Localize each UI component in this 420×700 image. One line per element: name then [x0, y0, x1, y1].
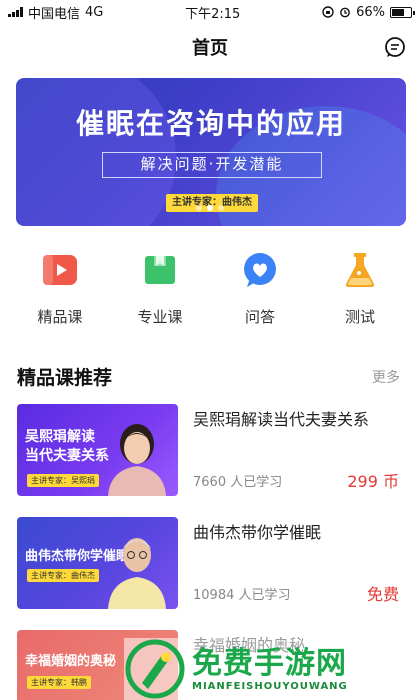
lecturer-portrait	[108, 424, 166, 496]
carousel-dot-active	[207, 205, 213, 211]
course-title: 曲伟杰带你学催眠	[193, 523, 322, 542]
banner-subtitle: 解决问题·开发潜能	[102, 152, 322, 178]
course-title: 吴熙琄解读当代夫妻关系	[193, 410, 370, 429]
category-test[interactable]: 测试	[320, 250, 400, 327]
course-price: 299 币	[347, 472, 399, 491]
page-title: 首页	[192, 38, 228, 59]
banner-carousel[interactable]: 催眠在咨询中的应用 解决问题·开发潜能 主讲专家：曲伟杰	[16, 78, 406, 226]
thumb-title: 幸福婚姻的奥秘	[25, 654, 117, 669]
heart-chat-icon	[240, 250, 280, 290]
chat-bubble-icon[interactable]	[384, 36, 406, 58]
category-professional-course[interactable]: 专业课	[120, 250, 200, 327]
course-students: 10984 人已学习	[193, 588, 291, 603]
site-watermark: 免费手游网 MIANFEISHOUYOUWANG	[124, 638, 414, 700]
course-item[interactable]: 曲伟杰带你学催眠 主讲专家：曲伟杰 曲伟杰带你学催眠 10984 人已学习 免费	[17, 517, 405, 609]
carousel-dot	[218, 205, 224, 211]
battery-percent: 66%	[356, 4, 385, 20]
signal-icon	[8, 7, 23, 17]
course-thumbnail: 曲伟杰带你学催眠 主讲专家：曲伟杰	[17, 517, 178, 609]
clock: 下午2:15	[185, 6, 241, 22]
section-header: 精品课推荐 更多	[17, 363, 400, 390]
category-label: 问答	[244, 308, 275, 326]
book-icon	[140, 250, 180, 290]
lecturer-portrait	[108, 538, 166, 609]
watermark-logo-icon	[125, 639, 185, 699]
course-price: 免费	[366, 585, 399, 604]
status-bar: 中国电信 4G 下午2:15 66%	[0, 0, 420, 24]
carrier-label: 中国电信	[28, 6, 81, 22]
category-label: 专业课	[137, 308, 183, 326]
rotation-lock-icon	[322, 6, 334, 18]
category-label: 精品课	[37, 308, 83, 326]
course-thumbnail: 吴熙琄解读 当代夫妻关系 主讲专家：吴熙琄	[17, 404, 178, 496]
thumb-chip: 主讲专家：曲伟杰	[27, 569, 99, 582]
alarm-icon	[340, 7, 350, 18]
section-title: 精品课推荐	[17, 367, 113, 389]
thumb-chip: 主讲专家：韩鹏	[27, 676, 91, 689]
banner-title: 催眠在咨询中的应用	[75, 107, 346, 140]
category-grid: 精品课 专业课 问答 测试	[0, 250, 420, 327]
category-label: 测试	[344, 308, 375, 326]
category-qa[interactable]: 问答	[220, 250, 300, 327]
network-label: 4G	[85, 4, 104, 20]
more-link[interactable]: 更多	[372, 367, 400, 387]
flask-icon	[340, 250, 380, 290]
category-premium-course[interactable]: 精品课	[20, 250, 100, 327]
carousel-indicator	[0, 205, 420, 211]
watermark-text: 免费手游网	[192, 645, 347, 681]
course-students: 7660 人已学习	[193, 475, 283, 490]
carousel-dot	[196, 205, 202, 211]
course-item[interactable]: 吴熙琄解读 当代夫妻关系 主讲专家：吴熙琄 吴熙琄解读当代夫妻关系 7660 人…	[17, 404, 405, 496]
nav-bar: 首页	[0, 24, 420, 70]
thumb-title: 吴熙琄解读	[25, 429, 95, 445]
thumb-title: 当代夫妻关系	[25, 448, 109, 464]
thumb-chip: 主讲专家：吴熙琄	[27, 474, 99, 487]
watermark-text-en: MIANFEISHOUYOUWANG	[192, 680, 348, 692]
video-play-icon	[40, 250, 80, 290]
battery-icon	[389, 6, 415, 18]
